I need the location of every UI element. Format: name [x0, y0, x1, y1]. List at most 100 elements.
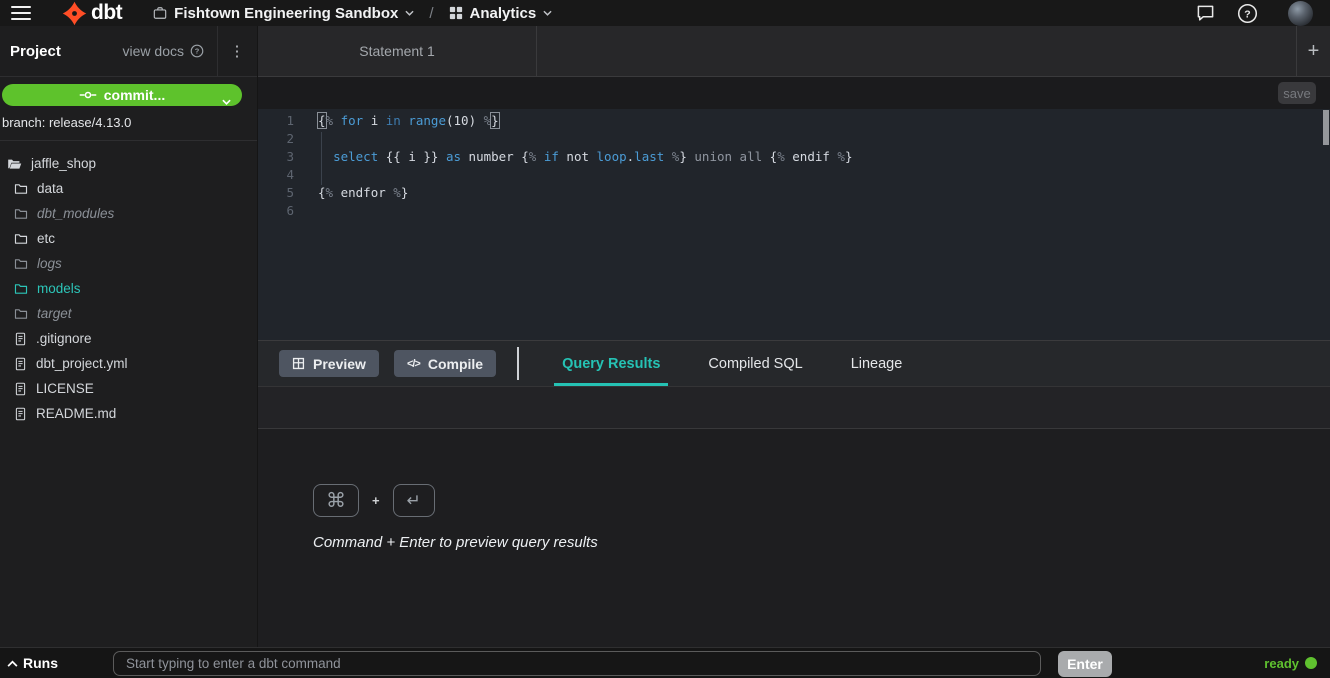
tree-item-label: data — [37, 181, 63, 196]
code-line-3[interactable]: select {{ i }} as number {% if not loop.… — [318, 148, 853, 166]
code-pane[interactable]: {% for i in range(10) %} select {{ i }} … — [318, 112, 853, 340]
view-docs-button[interactable]: view docs ? — [123, 43, 217, 59]
code-line-4[interactable] — [318, 166, 853, 184]
chevron-down-icon — [405, 10, 414, 16]
dbt-wordmark: dbt — [91, 1, 122, 25]
tree-item-gitignore[interactable]: .gitignore — [0, 326, 257, 351]
line-number-gutter: 123456 — [258, 112, 294, 340]
tree-item-models[interactable]: models — [0, 276, 257, 301]
line-number: 5 — [258, 184, 294, 202]
preview-button[interactable]: Preview — [279, 350, 379, 377]
editor-tab-bar: Statement 1 + — [258, 26, 1330, 77]
tree-item-label: models — [37, 281, 81, 296]
chat-icon[interactable] — [1196, 4, 1215, 22]
file-icon — [14, 357, 27, 371]
compile-button[interactable]: </> Compile — [394, 350, 496, 377]
toolbar-divider — [517, 347, 519, 380]
tree-item-label: LICENSE — [36, 381, 94, 396]
code-brackets-icon: </> — [407, 358, 420, 370]
project-switcher-label: Analytics — [470, 5, 537, 22]
results-tabs: Query Results Compiled SQL Lineage — [560, 341, 904, 386]
kebab-icon: ⋮ — [230, 42, 246, 60]
results-content: ⌘ + ↵ Command + Enter to preview query r… — [258, 429, 1330, 647]
line-number: 6 — [258, 202, 294, 220]
results-subheader — [258, 387, 1330, 429]
folder-icon — [14, 232, 28, 246]
dbt-logo-icon — [62, 1, 87, 26]
editor-scrollbar[interactable] — [1323, 110, 1329, 145]
plus-icon: + — [1308, 40, 1320, 63]
dbt-command-input[interactable] — [113, 651, 1041, 676]
enter-button[interactable]: Enter — [1058, 651, 1112, 677]
tab-statement-1[interactable]: Statement 1 — [258, 26, 537, 76]
commit-button[interactable]: commit... — [2, 84, 242, 106]
tab-label: Compiled SQL — [708, 356, 802, 372]
help-icon[interactable]: ? — [1237, 3, 1258, 24]
line-number: 2 — [258, 130, 294, 148]
chevron-up-icon — [7, 660, 18, 667]
dbt-logo[interactable]: dbt — [62, 1, 122, 26]
editor-action-row: save — [258, 77, 1330, 109]
folder-icon — [14, 307, 28, 321]
preview-hint-text: Command + Enter to preview query results — [313, 534, 1330, 551]
breadcrumb-separator: / — [429, 5, 433, 22]
tree-item-readme-md[interactable]: README.md — [0, 401, 257, 426]
branch-label: branch: release/4.13.0 — [0, 106, 257, 130]
folder-icon — [14, 182, 28, 196]
hamburger-menu-icon[interactable] — [11, 6, 31, 20]
code-line-5[interactable]: {% endfor %} — [318, 184, 853, 202]
project-switcher[interactable]: Analytics — [449, 5, 553, 22]
svg-text:?: ? — [195, 47, 200, 56]
status-indicator: ready — [1264, 656, 1317, 671]
tree-item-jaffle-shop[interactable]: jaffle_shop — [0, 151, 257, 176]
tree-item-label: .gitignore — [36, 331, 92, 346]
active-tab-underline — [554, 383, 668, 386]
tab-label: Lineage — [851, 356, 903, 372]
tree-item-label: dbt_modules — [37, 206, 114, 221]
code-line-6[interactable] — [318, 202, 853, 220]
folder-icon — [14, 207, 28, 221]
tree-item-label: dbt_project.yml — [36, 356, 128, 371]
circle-question-icon: ? — [190, 44, 204, 58]
table-icon — [292, 357, 305, 370]
tree-item-etc[interactable]: etc — [0, 226, 257, 251]
line-number: 1 — [258, 112, 294, 130]
plus-separator: + — [372, 493, 380, 508]
new-tab-button[interactable]: + — [1296, 26, 1330, 76]
command-key-icon: ⌘ — [313, 484, 359, 517]
tab-label: Query Results — [562, 356, 660, 372]
sidebar-kebab-menu[interactable]: ⋮ — [217, 26, 257, 76]
tree-item-label: etc — [37, 231, 55, 246]
tab-lineage[interactable]: Lineage — [849, 341, 905, 386]
line-number: 4 — [258, 166, 294, 184]
tree-item-dbt-project-yml[interactable]: dbt_project.yml — [0, 351, 257, 376]
file-icon — [14, 332, 27, 346]
chevron-down-icon — [222, 92, 231, 108]
tab-query-results[interactable]: Query Results — [560, 341, 662, 386]
tab-compiled-sql[interactable]: Compiled SQL — [706, 341, 804, 386]
sidebar-header: Project view docs ? ⋮ — [0, 26, 257, 77]
tree-item-data[interactable]: data — [0, 176, 257, 201]
account-switcher[interactable]: Fishtown Engineering Sandbox — [153, 5, 414, 22]
return-key-icon: ↵ — [393, 484, 435, 517]
code-editor[interactable]: 123456 {% for i in range(10) %} select {… — [258, 109, 1330, 340]
save-button[interactable]: save — [1278, 82, 1316, 104]
svg-text:?: ? — [1244, 8, 1250, 20]
file-explorer-sidebar: Project view docs ? ⋮ commit... — [0, 26, 258, 647]
briefcase-icon — [153, 6, 167, 20]
avatar[interactable] — [1288, 1, 1313, 26]
tree-item-dbt-modules[interactable]: dbt_modules — [0, 201, 257, 226]
command-status-bar: Runs Enter ready — [0, 647, 1330, 678]
tree-item-label: target — [37, 306, 72, 321]
code-line-2[interactable] — [318, 130, 853, 148]
runs-toggle[interactable]: Runs — [7, 655, 58, 671]
code-line-1[interactable]: {% for i in range(10) %} — [318, 112, 853, 130]
tree-item-logs[interactable]: logs — [0, 251, 257, 276]
tree-item-label: logs — [37, 256, 62, 271]
tree-item-target[interactable]: target — [0, 301, 257, 326]
file-icon — [14, 382, 27, 396]
chevron-down-icon — [543, 10, 552, 16]
tree-item-license[interactable]: LICENSE — [0, 376, 257, 401]
indent-guide — [321, 132, 322, 185]
file-icon — [14, 407, 27, 421]
